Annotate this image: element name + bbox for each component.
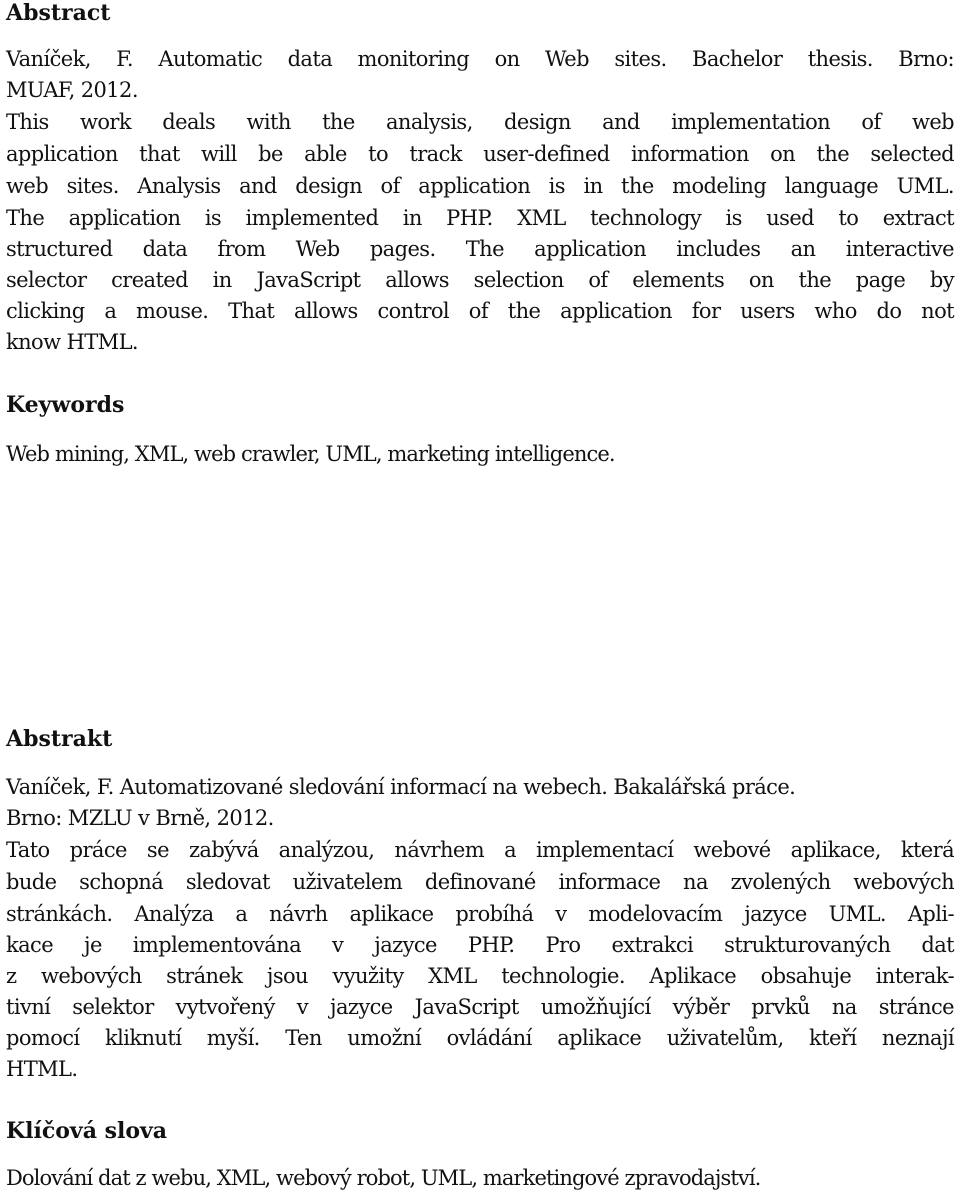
abstrakt-line: kace je implementována v jazyce PHP. Pro… bbox=[6, 933, 955, 957]
abstract-line: MUAF, 2012. bbox=[6, 78, 138, 102]
abstrakt-line: bude schopná sledovat uživatelem definov… bbox=[6, 870, 955, 894]
keywords-heading: Keywords bbox=[6, 392, 125, 418]
abstrakt-line: stránkách. Analýza a návrh aplikace prob… bbox=[6, 902, 955, 926]
abstrakt-line: Tato práce se zabývá analýzou, návrhem a… bbox=[6, 838, 955, 862]
abstract-line: know HTML. bbox=[6, 330, 139, 354]
abstract-line: clicking a mouse. That allows control of… bbox=[6, 299, 955, 323]
abstract-line: structured data from Web pages. The appl… bbox=[6, 237, 955, 261]
abstrakt-line: Vaníček, F. Automatizované sledování inf… bbox=[6, 775, 796, 799]
klicova-slova-text: Dolování dat z webu, XML, webový robot, … bbox=[6, 1166, 761, 1190]
abstrakt-line: pomocí kliknutí myší. Ten umožní ovládán… bbox=[6, 1026, 955, 1050]
abstract-heading: Abstract bbox=[6, 0, 111, 26]
abstract-line: web sites. Analysis and design of applic… bbox=[6, 174, 955, 198]
klicova-slova-heading: Klíčová slova bbox=[6, 1118, 168, 1144]
abstrakt-line: HTML. bbox=[6, 1057, 78, 1081]
abstract-line: The application is implemented in PHP. X… bbox=[6, 206, 955, 230]
abstrakt-heading: Abstrakt bbox=[6, 726, 113, 752]
abstract-line: This work deals with the analysis, desig… bbox=[6, 110, 955, 134]
abstrakt-line: Brno: MZLU v Brně, 2012. bbox=[6, 806, 274, 830]
abstract-line: application that will be able to track u… bbox=[6, 142, 955, 166]
abstrakt-line: z webových stránek jsou využity XML tech… bbox=[6, 964, 955, 988]
abstract-line: selector created in JavaScript allows se… bbox=[6, 268, 955, 292]
keywords-text: Web mining, XML, web crawler, UML, marke… bbox=[6, 442, 616, 466]
abstract-line: Vaníček, F. Automatic data monitoring on… bbox=[6, 47, 955, 71]
abstrakt-line: tivní selektor vytvořený v jazyce JavaSc… bbox=[6, 995, 955, 1019]
